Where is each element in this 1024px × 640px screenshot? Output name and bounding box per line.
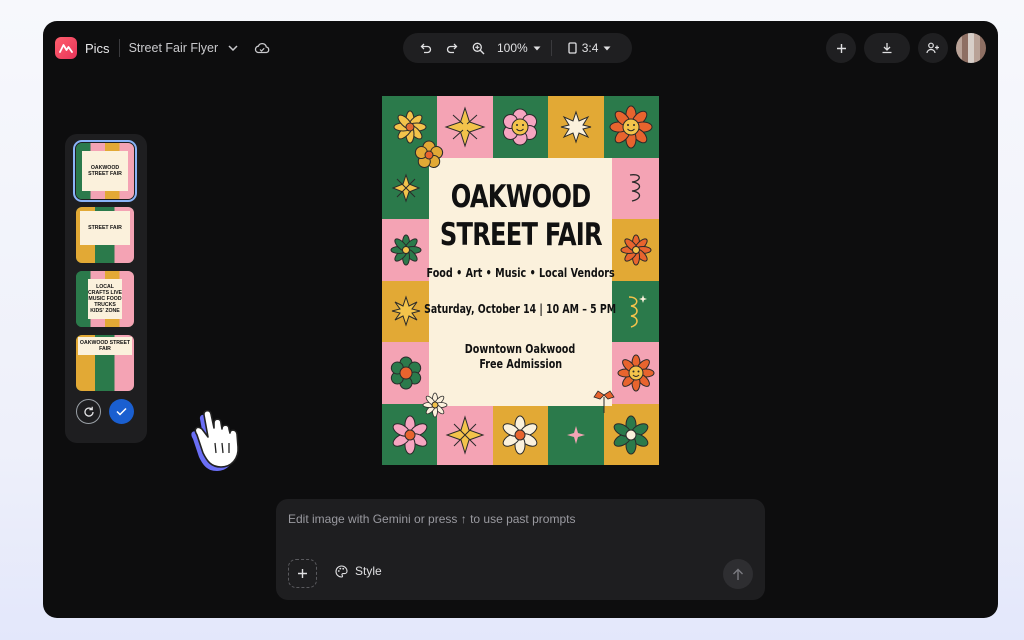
orange-flower-cluster-icon bbox=[414, 140, 444, 168]
sun-star-icon bbox=[445, 415, 485, 455]
poster-tile bbox=[612, 157, 659, 219]
thumbnail-content: OAKWOOD STREET FAIR bbox=[78, 337, 132, 355]
thumbnail-content: OAKWOOD STREET FAIR bbox=[82, 151, 128, 191]
avatar[interactable] bbox=[956, 33, 986, 63]
thumbnail-label: STREET FAIR bbox=[88, 225, 122, 231]
flower-icon bbox=[620, 234, 651, 266]
redo-button[interactable] bbox=[439, 35, 465, 61]
style-button[interactable]: Style bbox=[335, 564, 382, 578]
canvas-image[interactable]: OAKWOOD STREET FAIR Food • Art • Music •… bbox=[382, 96, 659, 465]
header-divider bbox=[118, 39, 120, 57]
app-window: Pics Street Fair Flyer 100% 3:4 OAKWOOD … bbox=[43, 21, 998, 618]
thumbnail-label: OAKWOOD STREET FAIR bbox=[79, 340, 131, 352]
app-name: Pics bbox=[85, 40, 110, 56]
sparkle-icon bbox=[566, 425, 585, 444]
starburst-icon bbox=[391, 295, 420, 327]
thumbnail-3[interactable]: LOCAL CRAFTS LIVE MUSIC FOOD TRUCKS KIDS… bbox=[76, 271, 134, 327]
smiling-flower-icon bbox=[503, 108, 538, 146]
thumbnail-content: LOCAL CRAFTS LIVE MUSIC FOOD TRUCKS KIDS… bbox=[88, 279, 122, 319]
poster-tile bbox=[382, 219, 429, 281]
squiggle-sparkle-icon bbox=[628, 295, 647, 328]
hand-cursor-icon bbox=[183, 401, 255, 476]
cloud-sync-icon[interactable] bbox=[254, 42, 270, 54]
poster-tile bbox=[603, 96, 659, 158]
poster-date: Saturday, October 14 | 10 AM – 5 PM bbox=[424, 302, 617, 316]
palette-icon bbox=[335, 564, 348, 578]
thumbnail-content: STREET FAIR bbox=[80, 211, 130, 245]
arrow-up-icon bbox=[733, 568, 743, 580]
zoom-level: 100% bbox=[497, 41, 528, 55]
poster-tile bbox=[548, 96, 604, 158]
chevron-down-icon[interactable] bbox=[228, 45, 238, 51]
edit-toolbar: 100% 3:4 bbox=[403, 33, 632, 63]
zoom-button[interactable] bbox=[465, 35, 491, 61]
aspect-ratio-dropdown[interactable]: 3:4 bbox=[568, 41, 612, 55]
flower-icon bbox=[392, 415, 428, 455]
refresh-icon bbox=[83, 406, 94, 417]
poster-admission: Free Admission bbox=[479, 357, 562, 371]
phone-portrait-icon bbox=[568, 42, 577, 54]
smiling-flower-icon bbox=[609, 105, 653, 149]
app-header: Pics Street Fair Flyer bbox=[55, 36, 270, 60]
starburst-icon bbox=[560, 110, 591, 144]
variations-panel: OAKWOOD STREET FAIR STREET FAIR LOCAL CR… bbox=[65, 134, 147, 443]
prompt-input[interactable] bbox=[288, 509, 748, 529]
toolbar-divider bbox=[550, 40, 552, 56]
thumbnail-label: LOCAL CRAFTS LIVE MUSIC FOOD TRUCKS KIDS… bbox=[88, 284, 123, 314]
smiling-flower-icon bbox=[617, 354, 654, 392]
download-icon bbox=[882, 43, 892, 54]
share-button[interactable] bbox=[918, 33, 948, 63]
leaf-flower-icon bbox=[593, 390, 615, 413]
add-attachment-button[interactable] bbox=[288, 559, 317, 588]
plus-icon bbox=[298, 569, 307, 578]
undo-icon bbox=[420, 43, 432, 54]
daisy-icon bbox=[503, 415, 538, 455]
style-label: Style bbox=[355, 564, 382, 578]
flower-icon bbox=[390, 356, 421, 390]
thumbnail-1[interactable]: OAKWOOD STREET FAIR bbox=[73, 140, 137, 202]
poster-tile bbox=[612, 280, 659, 342]
sun-star-icon bbox=[444, 106, 486, 148]
poster-title-line-2: STREET FAIR bbox=[439, 217, 603, 253]
plus-icon bbox=[836, 43, 846, 53]
document-title[interactable]: Street Fair Flyer bbox=[129, 41, 219, 55]
pics-logo-icon[interactable] bbox=[55, 37, 77, 59]
check-icon bbox=[116, 407, 127, 416]
squiggle-icon bbox=[629, 174, 640, 202]
caret-down-icon bbox=[533, 46, 541, 50]
poster-text-panel: OAKWOOD STREET FAIR Food • Art • Music •… bbox=[425, 158, 617, 406]
daisy-icon bbox=[422, 392, 448, 418]
poster-tile bbox=[492, 404, 549, 465]
aspect-ratio-value: 3:4 bbox=[581, 41, 599, 55]
redo-icon bbox=[446, 43, 458, 54]
poster-tile bbox=[382, 280, 429, 342]
zoom-in-icon bbox=[472, 42, 484, 54]
person-add-icon bbox=[926, 42, 939, 54]
flower-icon bbox=[613, 415, 649, 455]
variation-actions bbox=[76, 399, 136, 424]
poster-tile bbox=[612, 219, 659, 281]
poster-title-line-1: OAKWOOD bbox=[450, 179, 592, 215]
poster-tile bbox=[492, 96, 549, 158]
undo-button[interactable] bbox=[413, 35, 439, 61]
thumbnail-2[interactable]: STREET FAIR bbox=[76, 207, 134, 263]
header-actions bbox=[826, 33, 986, 63]
prompt-box: Style bbox=[276, 499, 765, 600]
download-button[interactable] bbox=[864, 33, 910, 63]
poster-subtitle: Food • Art • Music • Local Vendors bbox=[426, 266, 615, 280]
accept-button[interactable] bbox=[109, 399, 134, 424]
flower-icon bbox=[390, 234, 421, 266]
regenerate-button[interactable] bbox=[76, 399, 101, 424]
zoom-dropdown[interactable]: 100% bbox=[497, 41, 541, 55]
new-button[interactable] bbox=[826, 33, 856, 63]
thumbnail-4[interactable]: OAKWOOD STREET FAIR bbox=[76, 335, 134, 391]
poster-location: Downtown Oakwood bbox=[465, 342, 576, 356]
thumbnail-label: OAKWOOD STREET FAIR bbox=[88, 165, 122, 177]
sun-icon bbox=[391, 173, 420, 203]
send-button[interactable] bbox=[723, 559, 753, 589]
caret-down-icon bbox=[603, 46, 611, 50]
